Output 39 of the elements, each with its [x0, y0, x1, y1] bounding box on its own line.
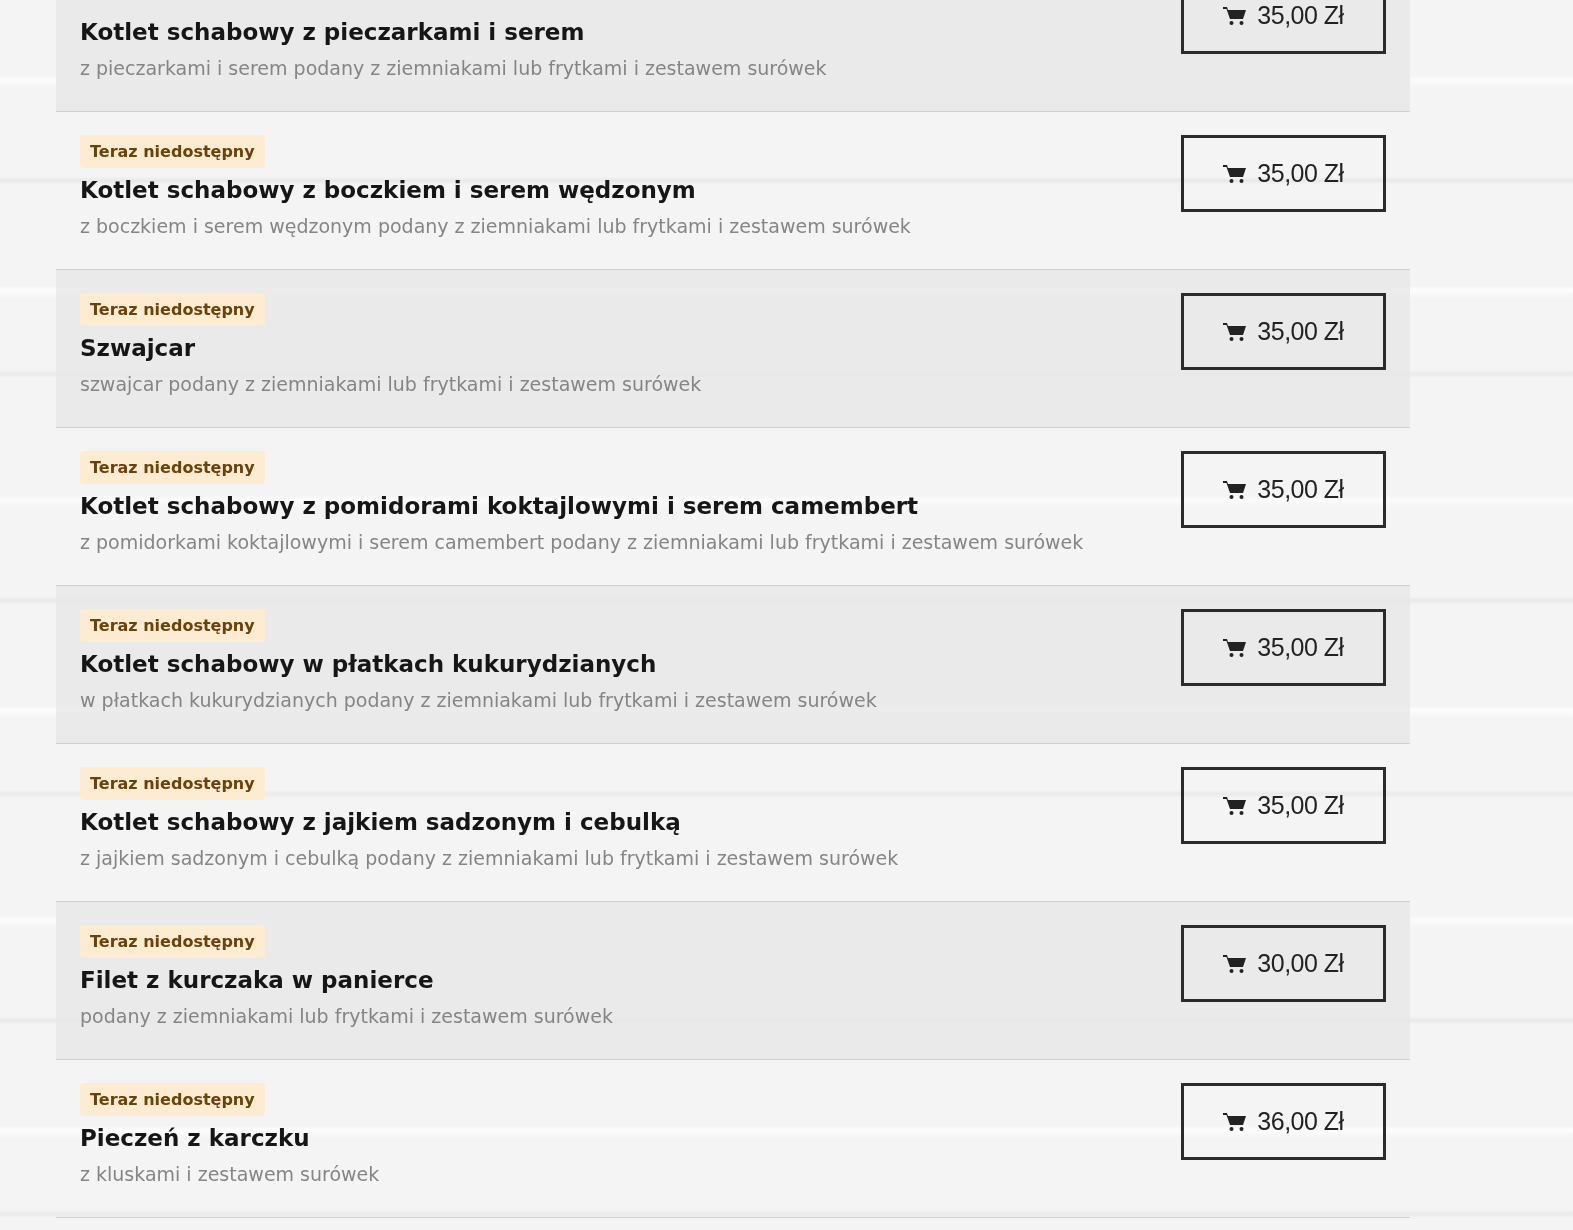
- cart-icon: [1223, 163, 1248, 184]
- dish-title: Kotlet schabowy z jajkiem sadzonym i cebulką: [80, 809, 681, 835]
- cart-icon: [1223, 321, 1248, 342]
- add-to-cart-button[interactable]: 35,00 Zł: [1181, 0, 1386, 54]
- dish-title: Szwajcar: [80, 335, 196, 361]
- cart-icon: [1223, 479, 1248, 500]
- unavailable-badge: Teraz niedostępny: [80, 1083, 265, 1116]
- cart-icon: [1223, 637, 1248, 658]
- dish-description: z kluskami i zestawem surówek: [80, 1162, 380, 1187]
- dish-description: z pieczarkami i serem podany z ziemniakami lub frytkami i zestawem surówek: [80, 56, 827, 81]
- add-to-cart-button[interactable]: 35,00 Zł: [1181, 135, 1386, 212]
- unavailable-badge: Teraz niedostępny: [80, 609, 265, 642]
- dish-title: Filet z kurczaka w panierce: [80, 967, 434, 993]
- dish-description: podany z ziemniakami lub frytkami i zestawem surówek: [80, 1004, 613, 1029]
- unavailable-badge: Teraz niedostępny: [80, 767, 265, 800]
- add-to-cart-button[interactable]: 35,00 Zł: [1181, 767, 1386, 844]
- add-to-cart-button[interactable]: 30,00 Zł: [1181, 925, 1386, 1002]
- add-to-cart-button[interactable]: 36,00 Zł: [1181, 1083, 1386, 1160]
- dish-description: z pomidorkami koktajlowymi i serem camembert podany z ziemniakami lub frytkami i zestawem surówek: [80, 530, 1084, 555]
- dish-description: z jajkiem sadzonym i cebulką podany z ziemniakami lub frytkami i zestawem surówek: [80, 846, 899, 871]
- unavailable-badge: Teraz niedostępny: [80, 451, 265, 484]
- dish-description: z boczkiem i serem wędzonym podany z ziemniakami lub frytkami i zestawem surówek: [80, 214, 911, 239]
- dish-title: Pieczeń z karczku: [80, 1125, 310, 1151]
- cart-icon: [1223, 953, 1248, 974]
- dish-title: Kotlet schabowy z pomidorami koktajlowymi i serem camembert: [80, 493, 919, 519]
- dish-description: w płatkach kukurydzianych podany z ziemniakami lub frytkami i zestawem surówek: [80, 688, 877, 713]
- add-to-cart-button[interactable]: 35,00 Zł: [1181, 451, 1386, 528]
- unavailable-badge: Teraz niedostępny: [80, 293, 265, 326]
- unavailable-badge: Teraz niedostępny: [80, 135, 265, 168]
- cart-icon: [1223, 795, 1248, 816]
- cart-icon: [1223, 5, 1248, 26]
- cart-icon: [1223, 1111, 1248, 1132]
- dish-title: Kotlet schabowy w płatkach kukurydzianych: [80, 651, 657, 677]
- dish-title: Kotlet schabowy z boczkiem i serem wędzonym: [80, 177, 696, 203]
- add-to-cart-button[interactable]: 35,00 Zł: [1181, 609, 1386, 686]
- dish-description: szwajcar podany z ziemniakami lub frytkami i zestawem surówek: [80, 372, 702, 397]
- dish-title: Kotlet schabowy z pieczarkami i serem: [80, 19, 585, 45]
- add-to-cart-button[interactable]: 35,00 Zł: [1181, 293, 1386, 370]
- unavailable-badge: Teraz niedostępny: [80, 925, 265, 958]
